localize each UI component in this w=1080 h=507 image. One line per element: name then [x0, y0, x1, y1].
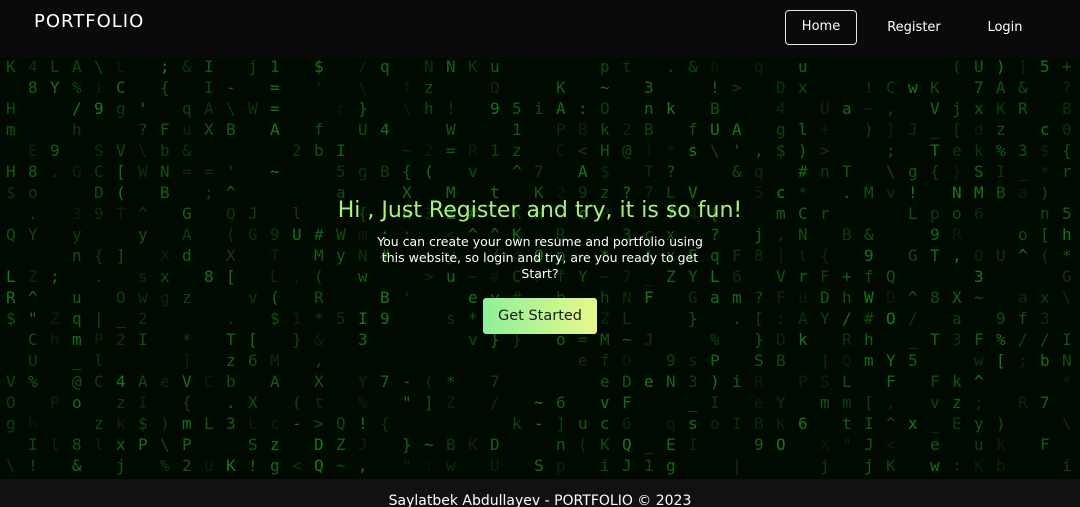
hero-title: Hi , Just Register and try, it is so fun… — [337, 198, 743, 223]
footer: Saylatbek Abdullayev - PORTFOLIO © 2023 — [0, 479, 1080, 507]
navbar: PORTFOLIO Home Register Login — [0, 0, 1080, 58]
brand-logo[interactable]: PORTFOLIO — [34, 11, 144, 32]
hero-subtitle: You can create your own resume and portf… — [377, 234, 703, 281]
nav-login-link[interactable]: Login — [970, 10, 1040, 45]
hero-section: K Hm H $ Q L R $ V Og \ 4 8 E 8 o. Y Z ^ " C U% h I! L Y 9.; Zh Pl A%… — [0, 58, 1080, 479]
nav-register-link[interactable]: Register — [878, 10, 950, 45]
get-started-button[interactable]: Get Started — [483, 298, 597, 334]
nav-home-link[interactable]: Home — [785, 10, 857, 45]
footer-copyright: Saylatbek Abdullayev - PORTFOLIO © 2023 — [388, 493, 692, 507]
hero-content: Hi , Just Register and try, it is so fun… — [0, 58, 1080, 479]
